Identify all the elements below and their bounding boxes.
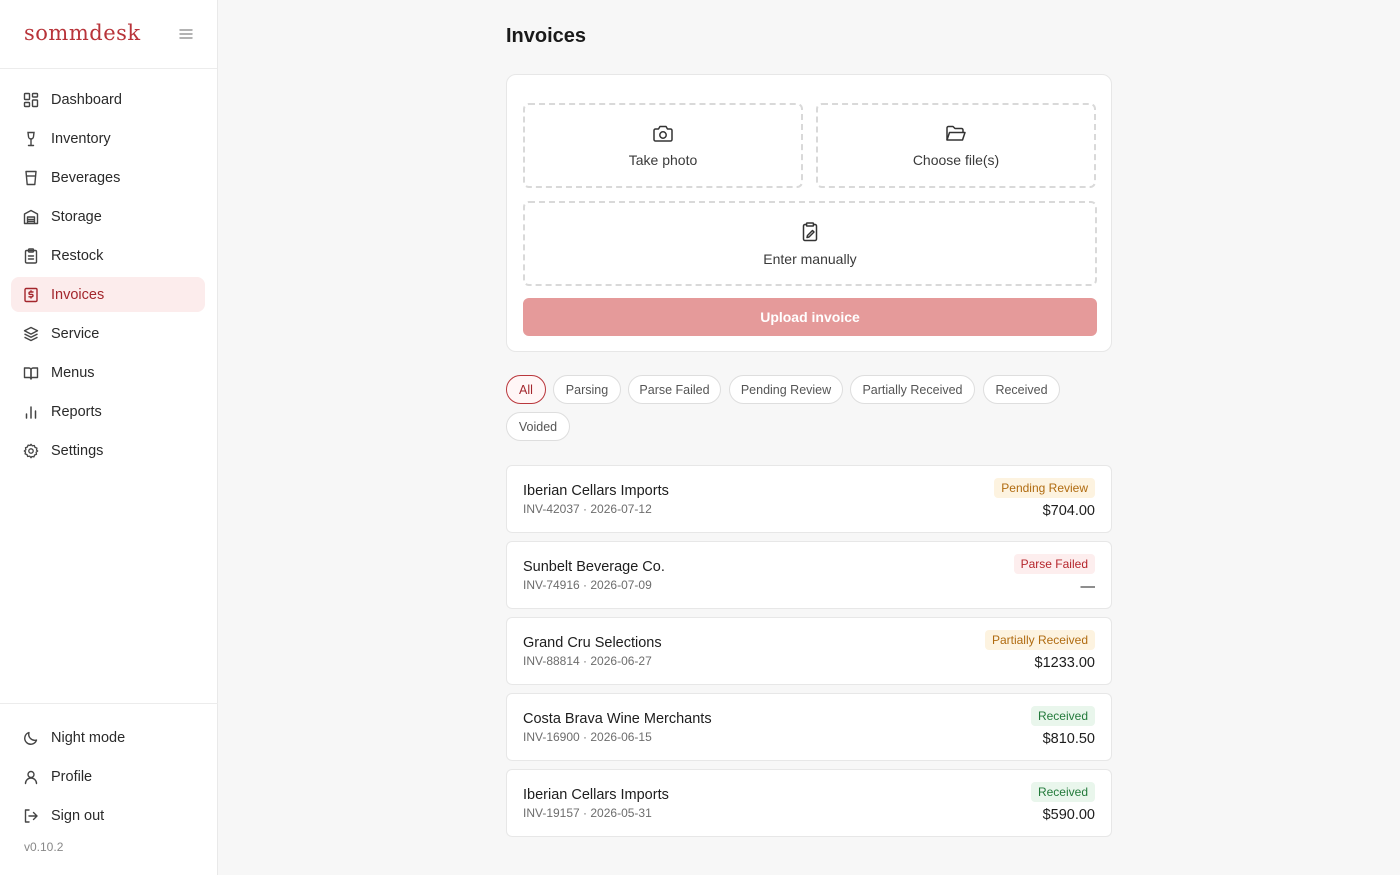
status-badge: Received: [1030, 782, 1095, 802]
sidebar-item-storage[interactable]: Storage: [11, 199, 205, 234]
sign-out-icon: [23, 808, 39, 824]
clipboard-list-icon: [23, 247, 39, 264]
sidebar-item-label: Service: [51, 325, 100, 342]
sidebar: sommdesk Dashboard Inventory Beverages S…: [0, 0, 218, 875]
sidebar-item-label: Night mode: [51, 729, 126, 746]
sidebar-item-label: Beverages: [51, 169, 121, 186]
invoice-amount: $1233.00: [1034, 655, 1095, 671]
sidebar-bottom: Night mode Profile Sign out: [0, 703, 218, 837]
dashboard-icon: [23, 92, 39, 108]
invoice-vendor: Iberian Cellars Imports: [523, 787, 669, 803]
invoice-vendor: Sunbelt Beverage Co.: [523, 559, 665, 575]
choose-files-label: Choose file(s): [912, 151, 1000, 168]
filter-chip-pending-review[interactable]: Pending Review: [729, 375, 843, 404]
filter-chip-all[interactable]: All: [506, 375, 546, 404]
camera-icon: [653, 125, 673, 142]
invoice-amount: $810.50: [1042, 731, 1095, 747]
status-badge: Received: [1030, 706, 1095, 726]
sidebar-item-label: Invoices: [51, 286, 105, 303]
moon-icon: [23, 730, 39, 746]
sidebar-item-invoices[interactable]: Invoices: [11, 277, 205, 312]
sidebar-item-settings[interactable]: Settings: [11, 433, 205, 468]
page-title: Invoices: [506, 25, 587, 47]
hamburger-icon: [179, 29, 193, 39]
sidebar-item-label: Dashboard: [51, 91, 122, 108]
sidebar-item-dashboard[interactable]: Dashboard: [11, 82, 205, 117]
sidebar-item-label: Inventory: [51, 130, 111, 147]
sidebar-item-beverages[interactable]: Beverages: [11, 160, 205, 195]
upload-card: Take photo Choose file(s) Enter manually…: [506, 74, 1112, 352]
filter-chip-parsing[interactable]: Parsing: [553, 375, 621, 404]
status-badge: Parse Failed: [1013, 554, 1095, 574]
status-badge: Partially Received: [984, 630, 1095, 650]
invoice-row[interactable]: Grand Cru Selections INV-88814 · 2026-06…: [506, 617, 1112, 685]
sign-out-button[interactable]: Sign out: [11, 798, 207, 833]
status-badge: Pending Review: [994, 478, 1095, 498]
invoice-meta: INV-42037 · 2026-07-12: [523, 502, 652, 516]
invoice-meta: INV-19157 · 2026-05-31: [523, 806, 652, 820]
enter-manually-label: Enter manually: [763, 250, 857, 267]
filter-chip-voided[interactable]: Voided: [506, 412, 570, 441]
invoice-amount: $590.00: [1042, 807, 1095, 823]
sidebar-item-label: Sign out: [51, 807, 105, 824]
sidebar-item-label: Menus: [51, 364, 95, 381]
invoice-meta: INV-88814 · 2026-06-27: [523, 654, 652, 668]
folder-open-icon: [946, 125, 966, 141]
invoice-vendor: Grand Cru Selections: [523, 635, 662, 651]
invoice-vendor: Costa Brava Wine Merchants: [523, 711, 712, 727]
clipboard-edit-icon: [802, 221, 818, 241]
filter-chip-received[interactable]: Received: [983, 375, 1060, 404]
profile-link[interactable]: Profile: [11, 759, 207, 794]
sidebar-nav: Dashboard Inventory Beverages Storage Re…: [11, 82, 205, 472]
cup-icon: [23, 170, 39, 186]
invoice-row[interactable]: Sunbelt Beverage Co. INV-74916 · 2026-07…: [506, 541, 1112, 609]
sidebar-item-restock[interactable]: Restock: [11, 238, 205, 273]
menu-toggle-button[interactable]: [176, 25, 196, 43]
brand-logo[interactable]: sommdesk: [24, 21, 141, 45]
gear-icon: [23, 443, 39, 459]
sidebar-item-label: Settings: [51, 442, 104, 459]
receipt-dollar-icon: [23, 287, 39, 303]
invoice-meta: INV-74916 · 2026-07-09: [523, 578, 652, 592]
sidebar-item-service[interactable]: Service: [11, 316, 205, 351]
sidebar-item-label: Reports: [51, 403, 102, 420]
night-mode-toggle[interactable]: Night mode: [11, 720, 207, 755]
bar-chart-icon: [23, 404, 39, 420]
invoice-amount: $704.00: [1042, 503, 1095, 519]
invoice-row[interactable]: Iberian Cellars Imports INV-42037 · 2026…: [506, 465, 1112, 533]
app-version: v0.10.2: [24, 840, 64, 854]
wine-glass-icon: [23, 131, 39, 147]
filter-chip-parse-failed[interactable]: Parse Failed: [628, 375, 721, 404]
invoice-meta: INV-16900 · 2026-06-15: [523, 730, 652, 744]
user-icon: [23, 769, 39, 785]
layers-icon: [23, 326, 39, 342]
filter-chip-partially-received[interactable]: Partially Received: [850, 375, 975, 404]
enter-manually-button[interactable]: Enter manually: [523, 201, 1097, 286]
sidebar-item-label: Profile: [51, 768, 93, 785]
invoice-amount: —: [1080, 579, 1096, 595]
take-photo-label: Take photo: [628, 151, 698, 168]
sidebar-item-label: Storage: [51, 208, 102, 225]
choose-files-button[interactable]: Choose file(s): [816, 103, 1096, 188]
brand-header: sommdesk: [0, 0, 217, 69]
sidebar-item-reports[interactable]: Reports: [11, 394, 205, 429]
sidebar-item-menus[interactable]: Menus: [11, 355, 205, 390]
take-photo-button[interactable]: Take photo: [523, 103, 803, 188]
invoice-row[interactable]: Costa Brava Wine Merchants INV-16900 · 2…: [506, 693, 1112, 761]
invoice-vendor: Iberian Cellars Imports: [523, 483, 669, 499]
sidebar-item-inventory[interactable]: Inventory: [11, 121, 205, 156]
invoice-row[interactable]: Iberian Cellars Imports INV-19157 · 2026…: [506, 769, 1112, 837]
book-open-icon: [23, 365, 39, 381]
sidebar-item-label: Restock: [51, 247, 104, 264]
upload-invoice-button[interactable]: Upload invoice: [523, 298, 1097, 336]
warehouse-icon: [23, 209, 39, 225]
